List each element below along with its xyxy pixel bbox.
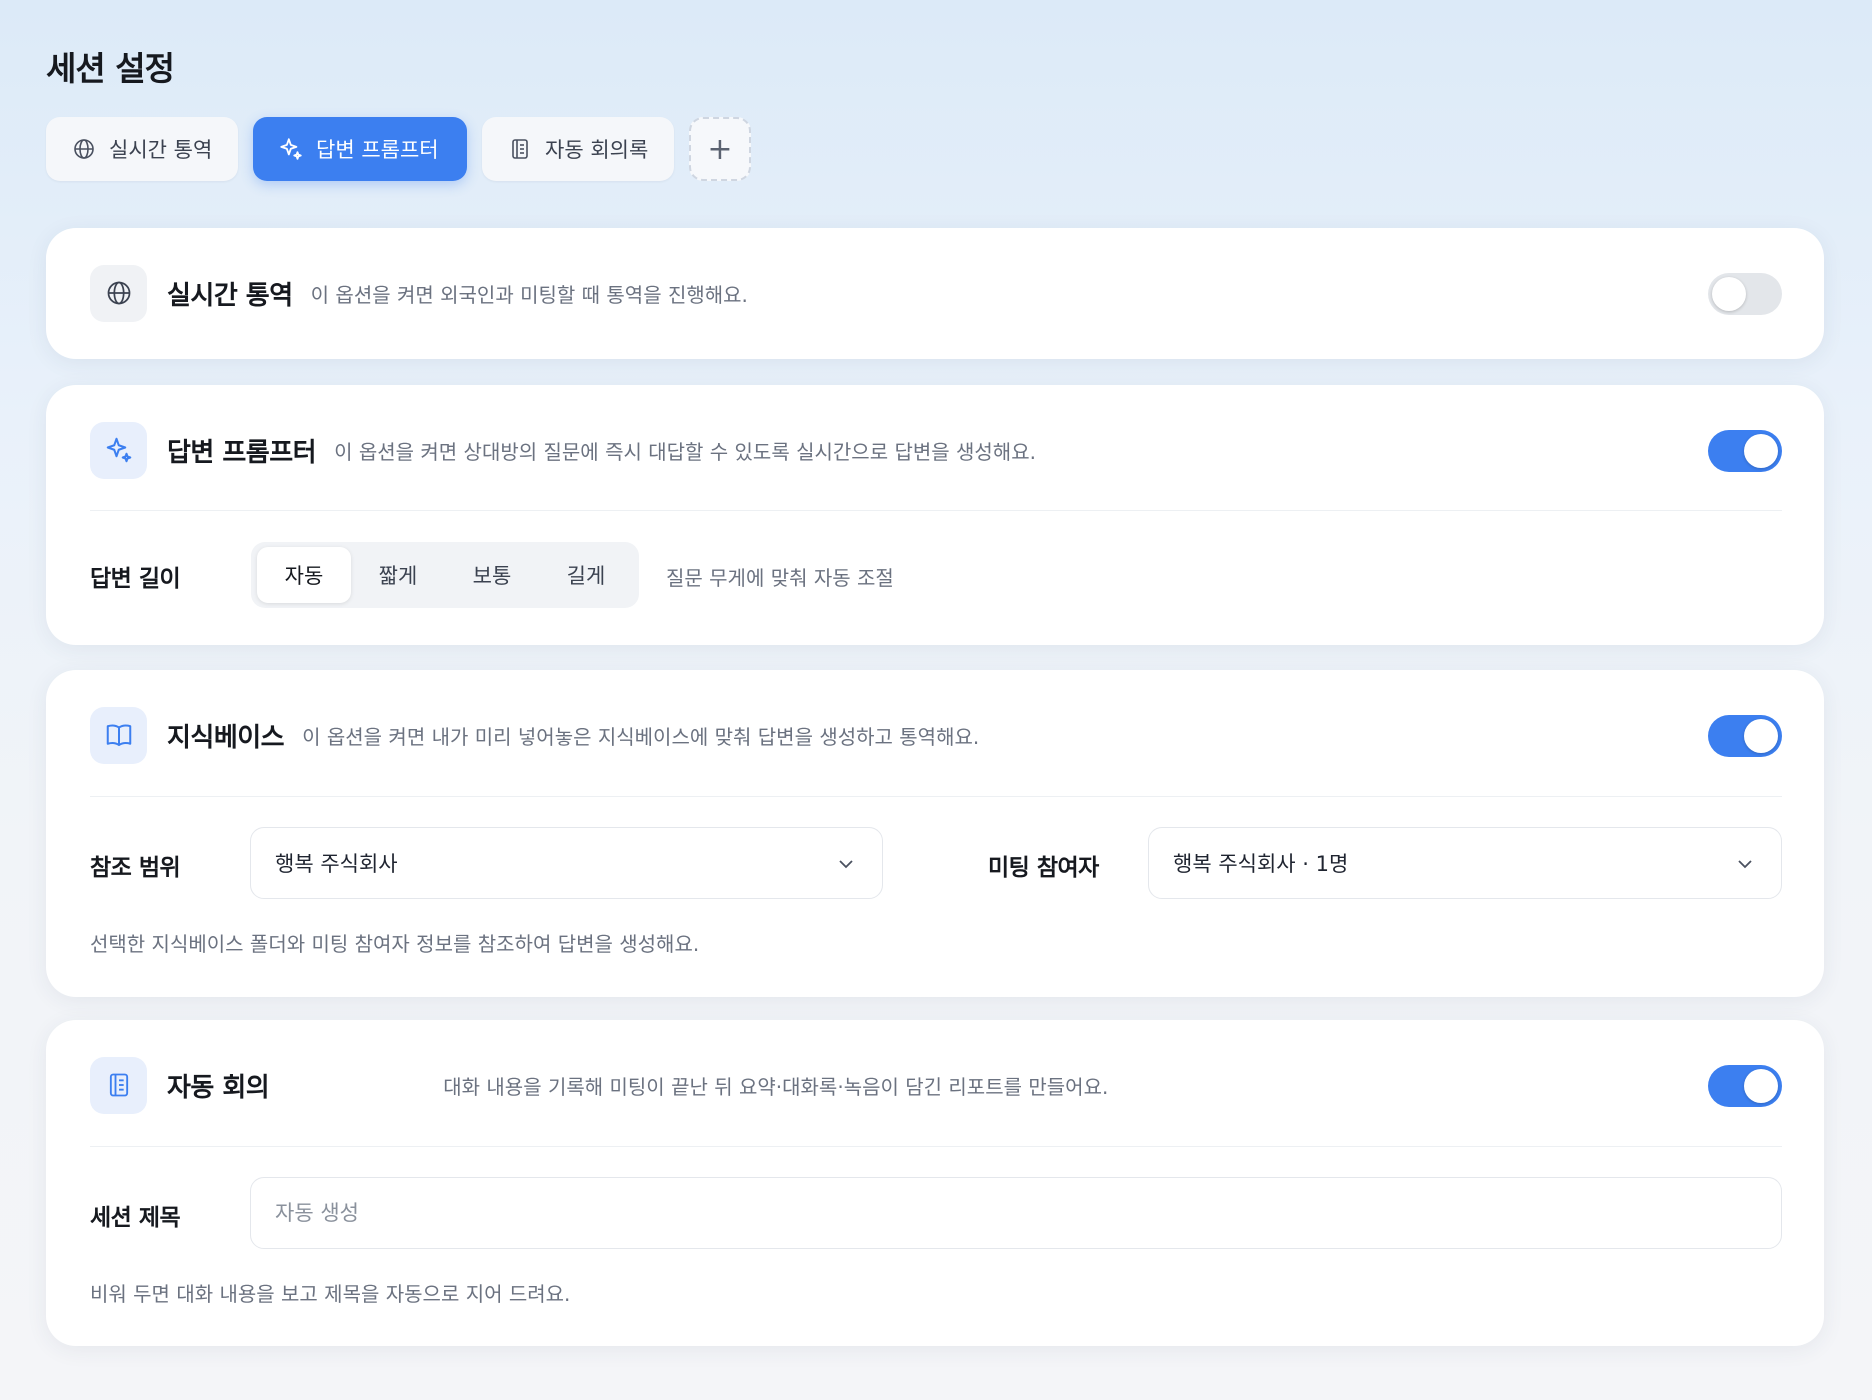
knowledge-card: 지식베이스 이 옵션을 켜면 내가 미리 넣어놓은 지식베이스에 맞춰 답변을 …: [46, 670, 1824, 997]
chevron-down-icon: [1735, 854, 1755, 879]
interpretation-toggle[interactable]: [1708, 273, 1782, 315]
toggle-knob: [1712, 277, 1746, 311]
prompter-toggle[interactable]: [1708, 430, 1782, 472]
scope-label: 참조 범위: [90, 855, 181, 881]
toggle-knob: [1744, 1069, 1778, 1103]
book-icon: [90, 706, 147, 764]
page-title: 세션 설정: [46, 49, 175, 88]
minutes-card: 자동 회의 대화 내용을 기록해 미팅이 끝난 뒤 요약·대화록·녹음이 담긴 …: [46, 1020, 1824, 1346]
plus-icon: +: [707, 131, 733, 167]
sparkle-icon: [278, 136, 304, 162]
answer-length-hint: 질문 무게에 맞춰 자동 조절: [666, 566, 894, 590]
participants-label: 미팅 참여자: [988, 855, 1099, 881]
document-icon: [90, 1056, 147, 1114]
session-title-label: 세션 제목: [90, 1205, 181, 1231]
knowledge-toggle[interactable]: [1708, 715, 1782, 757]
participants-select[interactable]: 행복 주식회사 · 1명: [1148, 827, 1782, 899]
participants-value: 행복 주식회사 · 1명: [1173, 852, 1349, 876]
add-tab-button[interactable]: +: [689, 117, 751, 181]
answer-length-label: 답변 길이: [90, 566, 181, 592]
divider: [90, 796, 1782, 797]
interpretation-title: 실시간 통역: [167, 280, 293, 311]
toggle-knob: [1744, 434, 1778, 468]
scope-value: 행복 주식회사: [275, 852, 398, 876]
minutes-title: 자동 회의: [167, 1072, 270, 1103]
knowledge-description: 이 옵션을 켜면 내가 미리 넣어놓은 지식베이스에 맞춰 답변을 생성하고 통…: [302, 724, 980, 749]
length-option-long[interactable]: 길게: [539, 547, 633, 603]
answer-length-segment: 자동 짧게 보통 길게: [251, 542, 639, 608]
tab-prompter[interactable]: 답변 프롬프터: [253, 117, 467, 181]
tab-label: 실시간 통역: [109, 138, 213, 162]
tab-interpretation[interactable]: 실시간 통역: [46, 117, 238, 181]
tab-minutes[interactable]: 자동 회의록: [482, 117, 674, 181]
prompter-card: 답변 프롬프터 이 옵션을 켜면 상대방의 질문에 즉시 대답할 수 있도록 실…: [46, 385, 1824, 645]
chevron-down-icon: [836, 854, 856, 879]
length-option-short[interactable]: 짧게: [351, 547, 445, 603]
globe-icon: [90, 264, 147, 322]
globe-icon: [71, 136, 97, 162]
toggle-knob: [1744, 719, 1778, 753]
knowledge-hint: 선택한 지식베이스 폴더와 미팅 참여자 정보를 참조하여 답변을 생성해요.: [90, 932, 700, 956]
session-title-hint: 비워 두면 대화 내용을 보고 제목을 자동으로 지어 드려요.: [90, 1282, 571, 1306]
divider: [90, 1146, 1782, 1147]
session-title-input[interactable]: [250, 1177, 1782, 1249]
knowledge-title: 지식베이스: [167, 722, 285, 753]
divider: [90, 510, 1782, 511]
tab-label: 자동 회의록: [545, 138, 649, 162]
tab-bar: 실시간 통역 답변 프롬프터 자동 회의록 +: [46, 117, 751, 181]
length-option-auto[interactable]: 자동: [257, 547, 351, 603]
interpretation-description: 이 옵션을 켜면 외국인과 미팅할 때 통역을 진행해요.: [310, 282, 748, 307]
interpretation-card: 실시간 통역 이 옵션을 켜면 외국인과 미팅할 때 통역을 진행해요.: [46, 228, 1824, 359]
tab-label: 답변 프롬프터: [316, 138, 439, 162]
prompter-title: 답변 프롬프터: [167, 437, 317, 468]
prompter-description: 이 옵션을 켜면 상대방의 질문에 즉시 대답할 수 있도록 실시간으로 답변을…: [334, 439, 1036, 464]
length-option-normal[interactable]: 보통: [445, 547, 539, 603]
minutes-description: 대화 내용을 기록해 미팅이 끝난 뒤 요약·대화록·녹음이 담긴 리포트를 만…: [443, 1074, 1109, 1099]
sparkle-icon: [90, 421, 147, 479]
minutes-toggle[interactable]: [1708, 1065, 1782, 1107]
document-icon: [507, 136, 533, 162]
scope-select[interactable]: 행복 주식회사: [250, 827, 883, 899]
